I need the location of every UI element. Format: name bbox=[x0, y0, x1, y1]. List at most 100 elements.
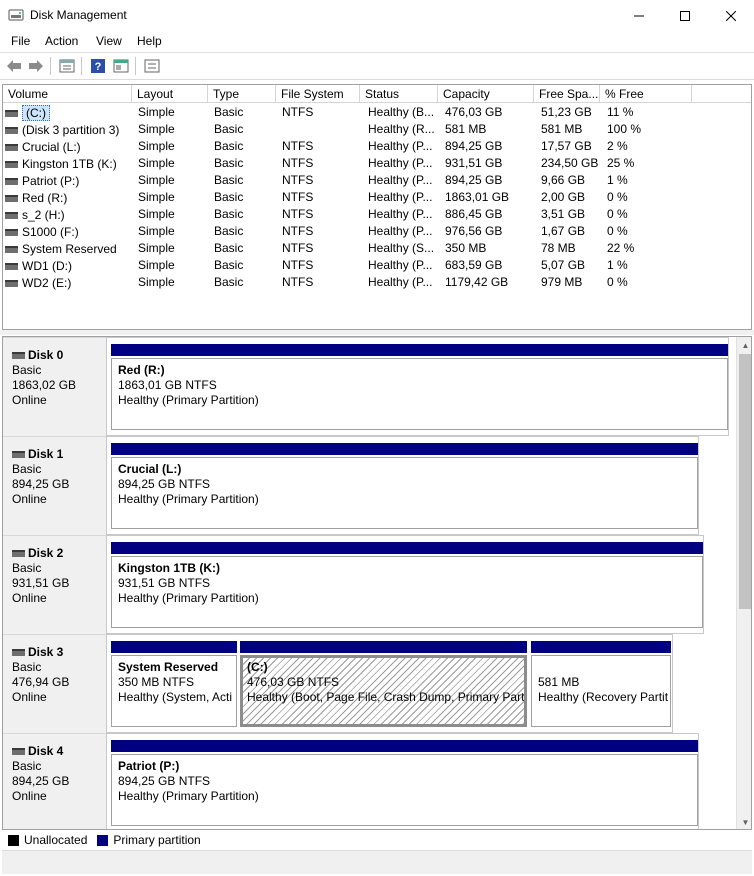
volume-row[interactable]: s_2 (H:) Simple Basic NTFS Healthy (P... 886,… bbox=[3, 206, 751, 223]
disk-info[interactable]: Disk 0 Basic 1863,02 GB Online bbox=[3, 337, 106, 436]
disk-type: Basic bbox=[12, 363, 42, 377]
properties-button[interactable] bbox=[57, 57, 77, 75]
volume-row[interactable]: WD1 (D:) Simple Basic NTFS Healthy (P... 683,… bbox=[3, 257, 751, 274]
maximize-icon bbox=[680, 10, 690, 21]
partition-block[interactable]: (C:) 476,03 GB NTFS Healthy (Boot, Page Fi… bbox=[240, 641, 527, 727]
partition-size: 350 MB NTFS bbox=[118, 675, 195, 689]
partition-status: Healthy (System, Acti bbox=[118, 690, 233, 704]
volume-name-cell: Patriot (P:) bbox=[3, 173, 132, 189]
column-volume[interactable]: Volume bbox=[3, 85, 132, 103]
scroll-up-icon[interactable]: ▲ bbox=[737, 337, 751, 354]
disk-row[interactable]: Disk 2 Basic 931,51 GB Online Kingston 1TB (… bbox=[3, 535, 734, 634]
disk-row[interactable]: Disk 4 Basic 894,25 GB Online Patriot (P:) 89… bbox=[3, 733, 734, 829]
menu-action[interactable]: Action bbox=[45, 34, 78, 48]
column-free-space[interactable]: Free Spa... bbox=[534, 85, 600, 103]
view-button[interactable] bbox=[111, 57, 131, 75]
volume-row[interactable]: Red (R:) Simple Basic NTFS Healthy (P... 1863… bbox=[3, 189, 751, 206]
disk-row[interactable]: Disk 1 Basic 894,25 GB Online Crucial (L:) 89… bbox=[3, 436, 734, 535]
volume-status-cell: Healthy (P... bbox=[368, 258, 433, 272]
volume-type-cell: Basic bbox=[214, 207, 244, 221]
volume-free-cell: 581 MB bbox=[541, 122, 583, 136]
window-title: Disk Management bbox=[30, 8, 127, 22]
volume-type-cell: Basic bbox=[214, 190, 244, 204]
volume-status-cell: Healthy (P... bbox=[368, 207, 433, 221]
volume-name: Crucial (L:) bbox=[22, 140, 81, 154]
partition-block[interactable]: 581 MB Healthy (Recovery Partit bbox=[531, 641, 671, 727]
volume-row[interactable]: Kingston 1TB (K:) Simple Basic NTFS Healthy … bbox=[3, 155, 751, 172]
volume-row[interactable]: Crucial (L:) Simple Basic NTFS Healthy (P...… bbox=[3, 138, 751, 155]
column-status[interactable]: Status bbox=[360, 85, 438, 103]
help-button[interactable]: ? bbox=[88, 57, 108, 75]
volume-fs-cell: NTFS bbox=[282, 139, 314, 153]
partition-block[interactable]: Kingston 1TB (K:) 931,51 GB NTFS Healthy (… bbox=[111, 542, 703, 628]
menu-help[interactable]: Help bbox=[137, 34, 162, 48]
partition-block[interactable]: Patriot (P:) 894,25 GB NTFS Healthy (Prima… bbox=[111, 740, 698, 826]
disk-info[interactable]: Disk 2 Basic 931,51 GB Online bbox=[3, 535, 106, 634]
volume-name-cell: WD1 (D:) bbox=[3, 258, 132, 274]
disk-icon bbox=[12, 550, 25, 557]
drive-icon bbox=[5, 245, 18, 253]
volume-pct-cell: 1 % bbox=[607, 258, 628, 272]
volume-capacity-cell: 476,03 GB bbox=[445, 105, 503, 119]
close-button[interactable] bbox=[708, 0, 754, 31]
pane-splitter[interactable] bbox=[0, 330, 754, 335]
volume-capacity-cell: 581 MB bbox=[445, 122, 487, 136]
forward-button[interactable] bbox=[26, 57, 46, 75]
volume-layout-cell: Simple bbox=[138, 173, 175, 187]
column-percent-free[interactable]: % Free bbox=[600, 85, 692, 103]
disk-info[interactable]: Disk 1 Basic 894,25 GB Online bbox=[3, 436, 106, 535]
column-capacity[interactable]: Capacity bbox=[438, 85, 534, 103]
volume-row[interactable]: Patriot (P:) Simple Basic NTFS Healthy (P...… bbox=[3, 172, 751, 189]
menu-bar: File Action View Help bbox=[0, 31, 754, 53]
partition-status: Healthy (Primary Partition) bbox=[118, 393, 259, 407]
menu-file[interactable]: File bbox=[11, 34, 30, 48]
volume-type-cell: Basic bbox=[214, 105, 244, 119]
partition-size: 476,03 GB NTFS bbox=[247, 675, 340, 689]
settings-button[interactable] bbox=[142, 57, 162, 75]
maximize-button[interactable] bbox=[662, 0, 708, 31]
volume-row[interactable]: (C:) Simple Basic NTFS Healthy (B... 476,03 G… bbox=[3, 104, 751, 121]
volume-row[interactable]: System Reserved Simple Basic NTFS Healthy (S… bbox=[3, 240, 751, 257]
volume-row[interactable]: (Disk 3 partition 3) Simple Basic Healthy (… bbox=[3, 121, 751, 138]
vertical-scrollbar[interactable]: ▲ ▼ bbox=[736, 337, 751, 829]
disk-row[interactable]: Disk 0 Basic 1863,02 GB Online Red (R:) 1863,… bbox=[3, 337, 734, 436]
disk-info[interactable]: Disk 3 Basic 476,94 GB Online bbox=[3, 634, 106, 733]
volume-layout-cell: Simple bbox=[138, 105, 175, 119]
volume-fs-cell: NTFS bbox=[282, 241, 314, 255]
volume-status-cell: Healthy (R... bbox=[368, 122, 435, 136]
volume-row[interactable]: S1000 (F:) Simple Basic NTFS Healthy (P... 97… bbox=[3, 223, 751, 240]
partition-block[interactable]: Red (R:) 1863,01 GB NTFS Healthy (Primary … bbox=[111, 344, 728, 430]
volume-pct-cell: 100 % bbox=[607, 122, 642, 136]
volume-pct-cell: 25 % bbox=[607, 156, 635, 170]
back-button[interactable] bbox=[4, 57, 24, 75]
partition-status: Healthy (Primary Partition) bbox=[118, 492, 259, 506]
scroll-down-icon[interactable]: ▼ bbox=[737, 814, 751, 829]
volume-capacity-cell: 350 MB bbox=[445, 241, 487, 255]
disk-view[interactable]: Disk 0 Basic 1863,02 GB Online Red (R:) 1863,… bbox=[2, 336, 752, 830]
volume-capacity-cell: 1179,42 GB bbox=[445, 275, 509, 289]
disk-state: Online bbox=[12, 690, 47, 704]
menu-view[interactable]: View bbox=[96, 34, 122, 48]
minimize-icon bbox=[634, 15, 644, 16]
column-type[interactable]: Type bbox=[208, 85, 276, 103]
partition-color-bar bbox=[240, 641, 527, 653]
column-file-system[interactable]: File System bbox=[276, 85, 360, 103]
legend-unallocated-swatch bbox=[8, 834, 19, 846]
disk-info[interactable]: Disk 4 Basic 894,25 GB Online bbox=[3, 733, 106, 829]
volume-type-cell: Basic bbox=[214, 241, 244, 255]
volume-list[interactable]: Volume Layout Type File System Status Ca… bbox=[2, 84, 752, 330]
volume-name: Patriot (P:) bbox=[22, 174, 80, 188]
volume-free-cell: 234,50 GB bbox=[541, 156, 599, 170]
minimize-button[interactable] bbox=[616, 0, 662, 31]
disk-row[interactable]: Disk 3 Basic 476,94 GB Online System Reserve… bbox=[3, 634, 734, 733]
volume-pct-cell: 1 % bbox=[607, 173, 628, 187]
drive-icon bbox=[5, 279, 18, 287]
column-layout[interactable]: Layout bbox=[132, 85, 208, 103]
disk-name: Disk 3 bbox=[12, 645, 106, 660]
scrollbar-thumb[interactable] bbox=[739, 354, 751, 609]
volume-row[interactable]: WD2 (E:) Simple Basic NTFS Healthy (P... 1179… bbox=[3, 274, 751, 291]
volume-name-cell: System Reserved bbox=[3, 241, 132, 257]
disk-icon bbox=[12, 748, 25, 755]
partition-block[interactable]: Crucial (L:) 894,25 GB NTFS Healthy (Prima… bbox=[111, 443, 698, 529]
partition-block[interactable]: System Reserved 350 MB NTFS Healthy (Syste… bbox=[111, 641, 237, 727]
